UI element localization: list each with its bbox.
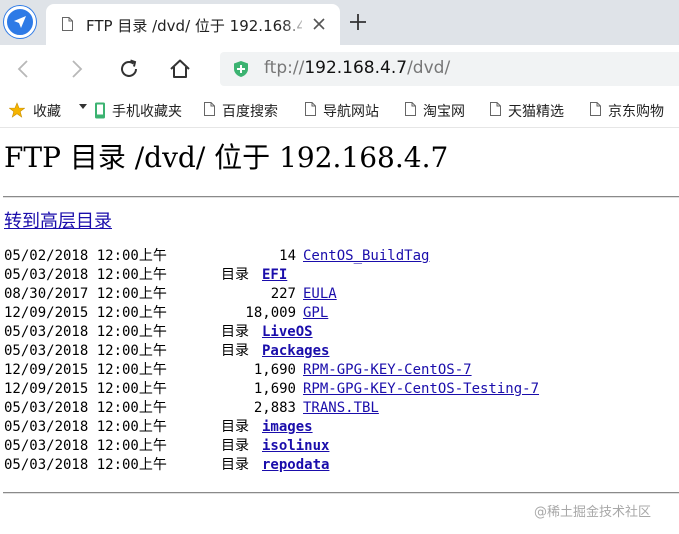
- modified-date: 05/02/2018 12:00上午: [4, 248, 167, 264]
- directory-link[interactable]: images: [262, 418, 313, 437]
- directory-label: 目录: [221, 438, 249, 454]
- modified-date: 05/03/2018 12:00上午: [4, 267, 167, 283]
- reload-icon[interactable]: [117, 57, 141, 81]
- modified-date: 05/03/2018 12:00上午: [4, 400, 167, 416]
- page-icon: [405, 102, 416, 116]
- watermark: @稀土掘金技术社区: [534, 505, 652, 520]
- document-icon: [62, 17, 73, 31]
- table-row: 05/03/2018 12:00上午 目录 Packages: [4, 342, 674, 361]
- star-icon: [9, 102, 25, 118]
- table-row: 12/09/2015 12:00上午 1,690 RPM-GPG-KEY-CentO…: [4, 361, 674, 380]
- file-size: 1,690: [253, 362, 296, 378]
- file-size: 2,883: [253, 400, 296, 416]
- file-size: 1,690: [253, 381, 296, 397]
- directory-link[interactable]: repodata: [262, 456, 329, 475]
- back-icon[interactable]: [12, 57, 36, 81]
- address-bar[interactable]: ftp://192.168.4.7/dvd/: [220, 52, 679, 86]
- shield-icon[interactable]: [232, 60, 250, 78]
- directory-label: 目录: [221, 343, 249, 359]
- page-icon: [490, 102, 501, 116]
- modified-date: 12/09/2015 12:00上午: [4, 305, 167, 321]
- directory-label: 目录: [221, 267, 249, 283]
- table-row: 12/09/2015 12:00上午 1,690 RPM-GPG-KEY-CentO…: [4, 380, 674, 399]
- table-row: 05/02/2018 12:00上午 14 CentOS_BuildTag: [4, 247, 674, 266]
- directory-link[interactable]: Packages: [262, 342, 329, 361]
- directory-link[interactable]: LiveOS: [262, 323, 313, 342]
- bookmarks-bar: 收藏 手机收藏夹 百度搜索 导航网站 淘宝网 天猫精选 京东购物: [0, 93, 679, 128]
- file-link[interactable]: RPM-GPG-KEY-CentOS-7: [303, 361, 472, 380]
- file-link[interactable]: RPM-GPG-KEY-CentOS-Testing-7: [303, 380, 539, 399]
- forward-icon[interactable]: [64, 57, 88, 81]
- modified-date: 08/30/2017 12:00上午: [4, 286, 167, 302]
- directory-label: 目录: [221, 324, 249, 340]
- modified-date: 05/03/2018 12:00上午: [4, 343, 167, 359]
- page-title: FTP 目录 /dvd/ 位于 192.168.4.7: [4, 141, 449, 174]
- file-listing: 05/02/2018 12:00上午 14 CentOS_BuildTag 05/03…: [4, 247, 674, 475]
- table-row: 08/30/2017 12:00上午 227 EULA: [4, 285, 674, 304]
- file-link[interactable]: CentOS_BuildTag: [303, 247, 429, 266]
- url-text[interactable]: ftp://192.168.4.7/dvd/: [264, 58, 450, 78]
- tab-strip: FTP 目录 /dvd/ 位于 192.168.4.7: [0, 0, 679, 45]
- browser-logo-icon[interactable]: [4, 6, 36, 38]
- table-row: 05/03/2018 12:00上午 目录 images: [4, 418, 674, 437]
- table-row: 12/09/2015 12:00上午 18,009 GPL: [4, 304, 674, 323]
- directory-label: 目录: [221, 419, 249, 435]
- directory-label: 目录: [221, 457, 249, 473]
- file-link[interactable]: EULA: [303, 285, 337, 304]
- tab-title: FTP 目录 /dvd/ 位于 192.168.4.7: [86, 17, 302, 35]
- parent-directory-link[interactable]: 转到高层目录: [4, 207, 112, 233]
- navigation-bar: ftp://192.168.4.7/dvd/: [0, 45, 679, 93]
- page-icon: [305, 102, 316, 116]
- file-link[interactable]: GPL: [303, 304, 328, 323]
- divider: [3, 492, 679, 494]
- table-row: 05/03/2018 12:00上午 目录 isolinux: [4, 437, 674, 456]
- table-row: 05/03/2018 12:00上午 目录 repodata: [4, 456, 674, 475]
- modified-date: 05/03/2018 12:00上午: [4, 457, 167, 473]
- modified-date: 12/09/2015 12:00上午: [4, 381, 167, 397]
- file-link[interactable]: TRANS.TBL: [303, 399, 379, 418]
- modified-date: 05/03/2018 12:00上午: [4, 419, 167, 435]
- new-tab-icon[interactable]: [348, 12, 368, 32]
- close-tab-icon[interactable]: [310, 15, 328, 33]
- directory-link[interactable]: EFI: [262, 266, 287, 285]
- table-row: 05/03/2018 12:00上午 2,883 TRANS.TBL: [4, 399, 674, 418]
- page-icon: [590, 102, 601, 116]
- chevron-down-icon[interactable]: [79, 104, 87, 109]
- file-size: 18,009: [245, 305, 296, 321]
- table-row: 05/03/2018 12:00上午 目录 EFI: [4, 266, 674, 285]
- file-size: 227: [270, 286, 296, 302]
- divider: [3, 196, 679, 198]
- tab-ftp-directory[interactable]: FTP 目录 /dvd/ 位于 192.168.4.7: [46, 4, 340, 45]
- page-icon: [204, 102, 215, 116]
- modified-date: 05/03/2018 12:00上午: [4, 438, 167, 454]
- phone-icon: [95, 102, 105, 119]
- modified-date: 05/03/2018 12:00上午: [4, 324, 167, 340]
- modified-date: 12/09/2015 12:00上午: [4, 362, 167, 378]
- table-row: 05/03/2018 12:00上午 目录 LiveOS: [4, 323, 674, 342]
- file-size: 14: [279, 248, 296, 264]
- home-icon[interactable]: [168, 57, 192, 81]
- directory-link[interactable]: isolinux: [262, 437, 329, 456]
